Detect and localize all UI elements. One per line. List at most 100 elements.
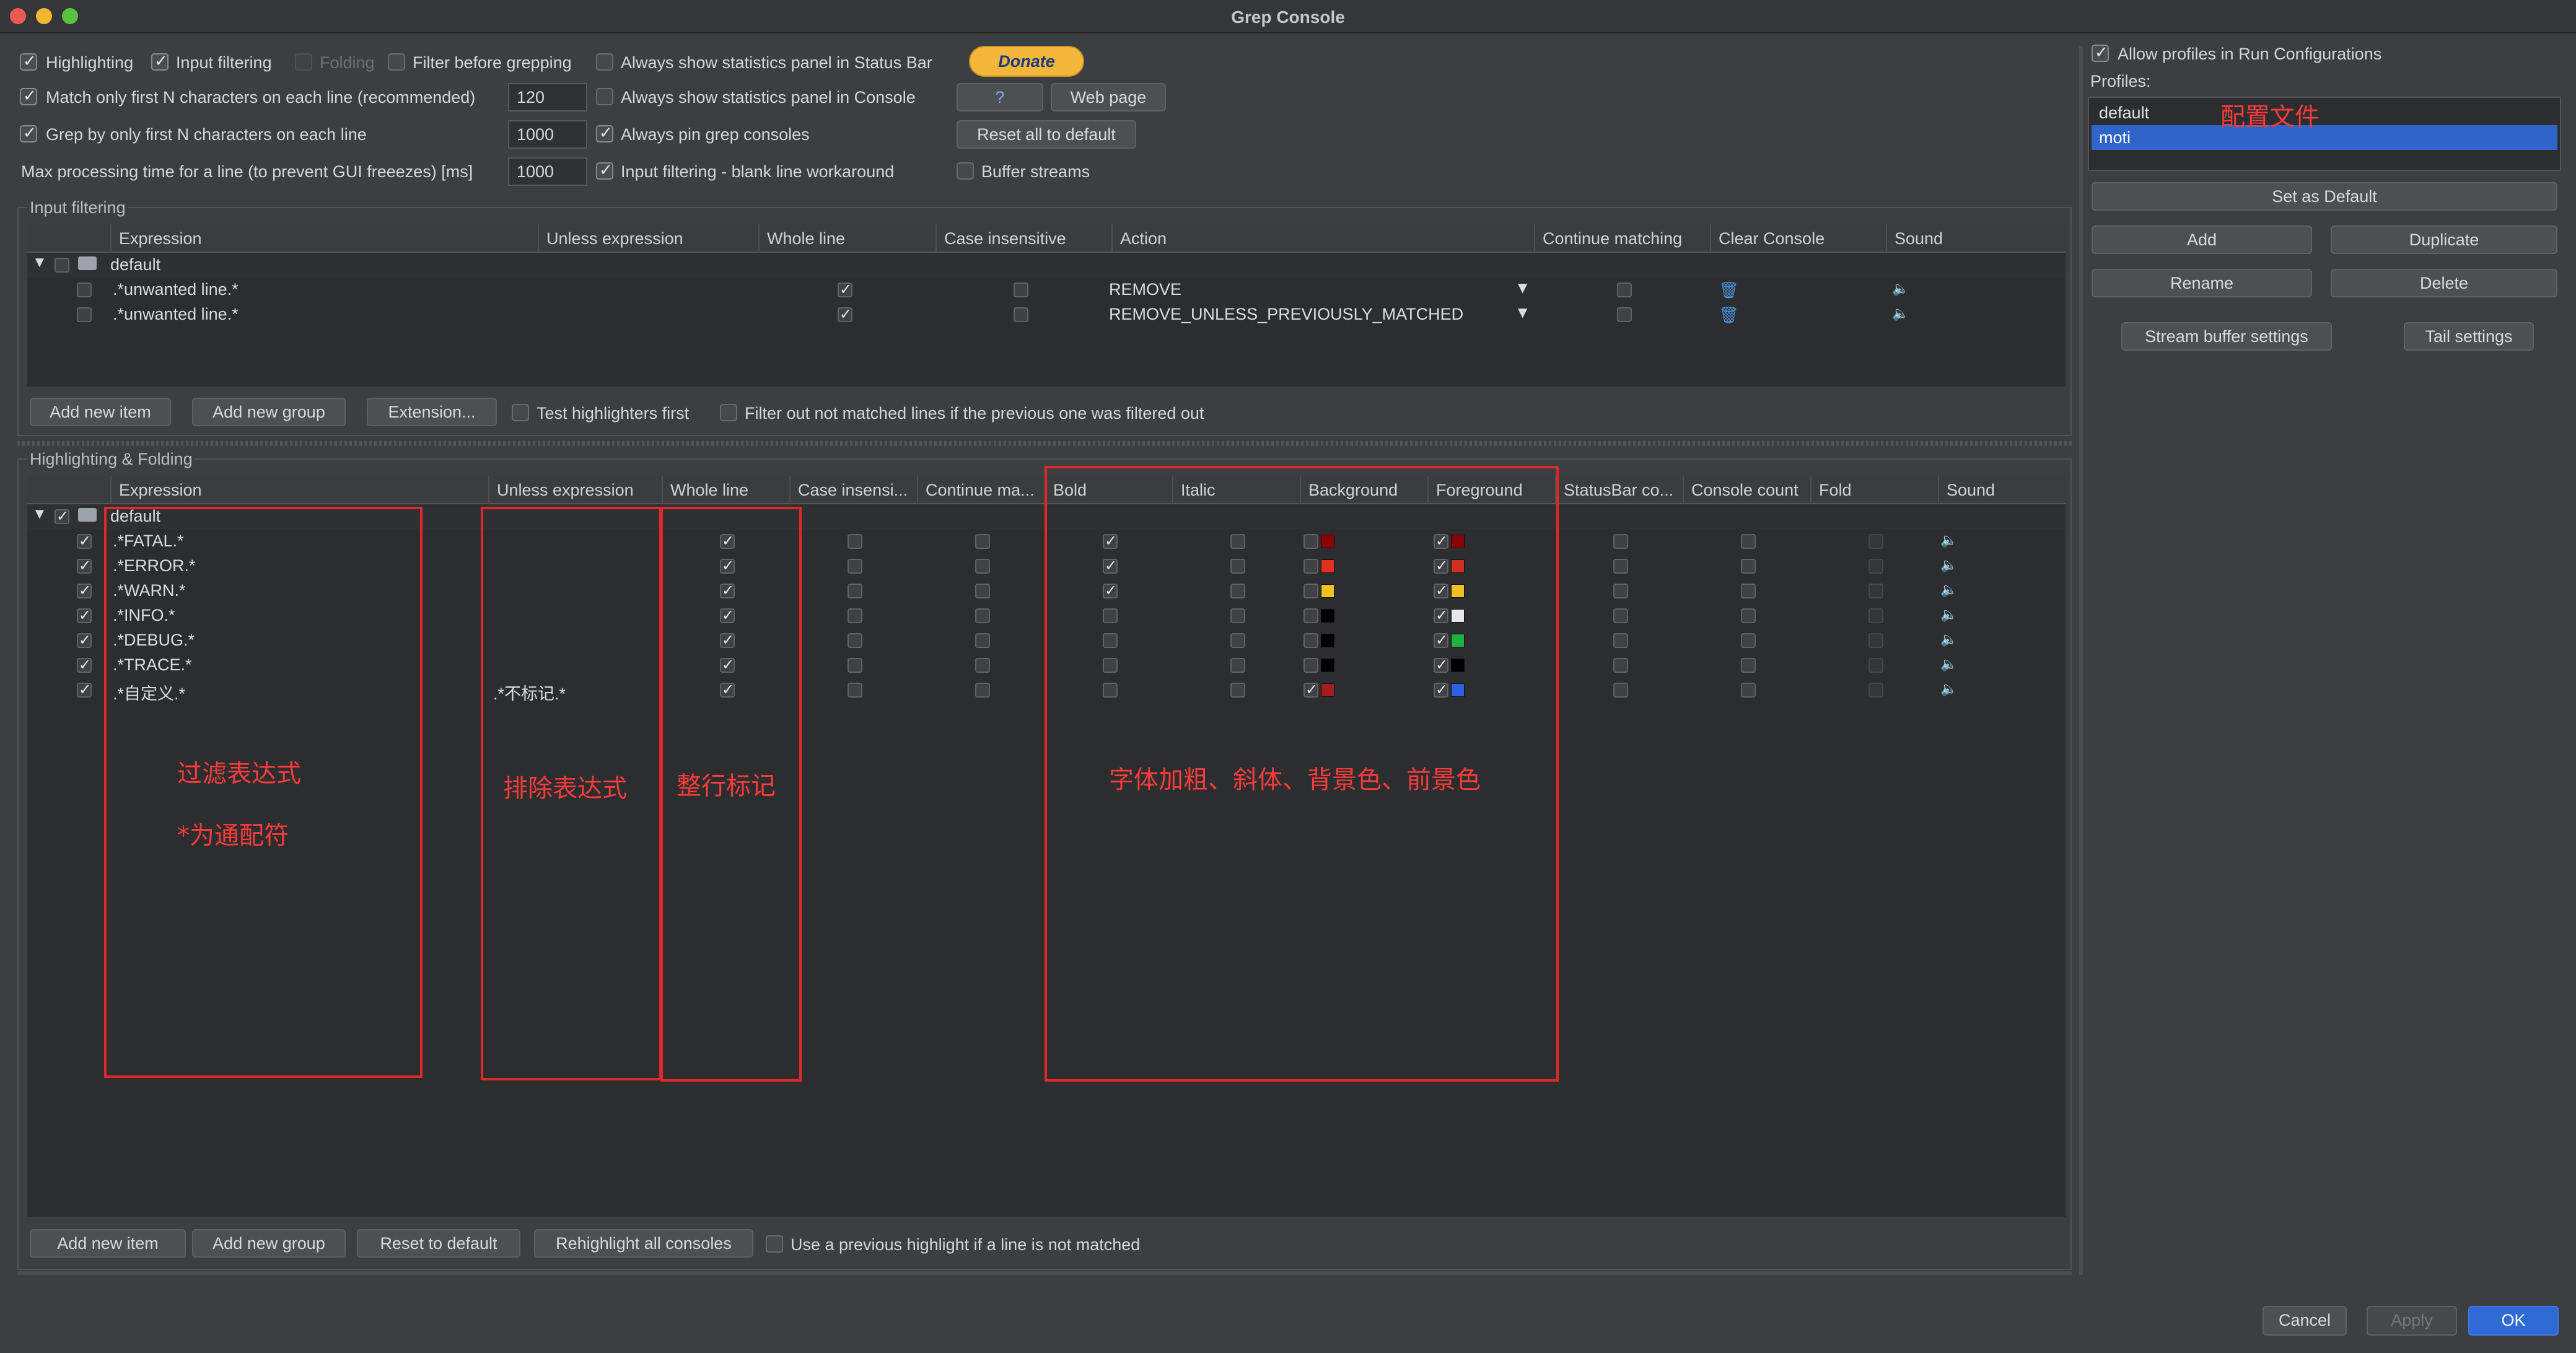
fold-checkbox[interactable] (1868, 683, 1883, 698)
action-select[interactable]: REMOVE_UNLESS_PREVIOUSLY_MATCHED (1109, 305, 1463, 324)
speaker-icon[interactable]: 🔈 (1940, 533, 1957, 548)
console-count-checkbox[interactable] (1741, 608, 1756, 623)
statusbar-count-checkbox[interactable] (1613, 683, 1628, 698)
row-enabled-checkbox[interactable] (77, 557, 92, 574)
highlighting-checkbox[interactable] (20, 52, 37, 71)
row-enabled-checkbox[interactable] (77, 282, 92, 297)
col-whole-line[interactable]: Whole line (662, 476, 789, 504)
group-checkbox[interactable] (55, 258, 69, 273)
row-enabled-checkbox[interactable] (77, 606, 92, 624)
table-row[interactable]: .*unwanted line.* REMOVE ▼ 🗑 🔈 (27, 278, 2066, 302)
continue-matching-checkbox[interactable] (975, 683, 990, 698)
col-unless[interactable]: Unless expression (538, 224, 764, 253)
filter-before-grepping-checkbox[interactable] (388, 53, 405, 71)
col-expression[interactable]: Expression (110, 224, 565, 253)
action-select[interactable]: REMOVE (1109, 280, 1181, 299)
row-enabled-checkbox[interactable] (77, 532, 92, 550)
statusbar-count-checkbox[interactable] (1613, 584, 1628, 598)
group-checkbox[interactable] (55, 507, 69, 525)
col-continue-matching[interactable]: Continue ma... (917, 476, 1045, 504)
col-case-insensitive[interactable]: Case insensi... (789, 476, 917, 504)
fold-checkbox[interactable] (1868, 559, 1883, 574)
statusbar-count-checkbox[interactable] (1613, 534, 1628, 549)
case-insensitive-checkbox[interactable] (848, 534, 862, 549)
reset-all-button[interactable]: Reset all to default (957, 120, 1136, 149)
input-add-item-button[interactable]: Add new item (30, 398, 171, 426)
stream-buffer-settings-button[interactable]: Stream buffer settings (2121, 322, 2332, 351)
continue-matching-checkbox[interactable] (975, 608, 990, 623)
col-action[interactable]: Action (1111, 224, 1541, 253)
fold-checkbox[interactable] (1868, 608, 1883, 623)
row-enabled-checkbox[interactable] (77, 681, 92, 698)
row-enabled-checkbox[interactable] (77, 582, 92, 599)
grep-first-n-checkbox[interactable] (20, 124, 37, 142)
trash-icon[interactable]: 🗑 (1719, 306, 1739, 325)
fold-checkbox[interactable] (1868, 633, 1883, 648)
stats-status-bar-checkbox[interactable] (596, 53, 613, 71)
reset-to-default-button[interactable]: Reset to default (357, 1229, 520, 1258)
speaker-icon[interactable]: 🔈 (1940, 657, 1957, 672)
continue-matching-checkbox[interactable] (975, 658, 990, 673)
case-insensitive-checkbox[interactable] (848, 683, 862, 698)
chevron-down-icon[interactable]: ▼ (1518, 305, 1527, 320)
filter-out-not-matched-checkbox[interactable] (720, 404, 737, 421)
test-highlighters-first-checkbox[interactable] (512, 404, 529, 421)
console-count-checkbox[interactable] (1741, 534, 1756, 549)
fold-checkbox[interactable] (1868, 584, 1883, 598)
row-enabled-checkbox[interactable] (77, 307, 92, 322)
case-insensitive-checkbox[interactable] (848, 633, 862, 648)
col-fold[interactable]: Fold (1810, 476, 1938, 504)
col-sound[interactable]: Sound (1938, 476, 2066, 504)
col-console-count[interactable]: Console count (1683, 476, 1810, 504)
col-whole-line[interactable]: Whole line (758, 224, 935, 253)
continue-matching-checkbox[interactable] (1617, 282, 1632, 297)
profile-item-default[interactable]: default (2092, 100, 2557, 125)
speaker-icon[interactable]: 🔈 (1940, 582, 1957, 598)
max-processing-input[interactable]: 1000 (508, 157, 587, 186)
row-enabled-checkbox[interactable] (77, 631, 92, 649)
folding-checkbox[interactable] (295, 53, 312, 71)
speaker-icon[interactable]: 🔈 (1892, 306, 1909, 322)
expression-cell[interactable]: .*unwanted line.* (113, 305, 239, 324)
table-row[interactable]: .*unwanted line.* REMOVE_UNLESS_PREVIOUS… (27, 302, 2066, 327)
match-first-n-checkbox[interactable] (20, 87, 37, 105)
console-count-checkbox[interactable] (1741, 584, 1756, 598)
statusbar-count-checkbox[interactable] (1613, 658, 1628, 673)
chevron-down-icon[interactable]: ▼ (1518, 280, 1527, 295)
donate-button[interactable]: Donate (969, 46, 1084, 77)
rename-profile-button[interactable]: Rename (2092, 269, 2312, 297)
console-count-checkbox[interactable] (1741, 633, 1756, 648)
speaker-icon[interactable]: 🔈 (1940, 607, 1957, 623)
help-button[interactable]: ? (957, 83, 1043, 112)
col-clear-console[interactable]: Clear Console (1710, 224, 1886, 253)
case-insensitive-checkbox[interactable] (848, 658, 862, 673)
case-insensitive-checkbox[interactable] (1014, 282, 1028, 297)
stats-console-checkbox[interactable] (596, 88, 613, 105)
buffer-streams-checkbox[interactable] (957, 162, 974, 180)
allow-profiles-checkbox[interactable] (2092, 43, 2109, 62)
speaker-icon[interactable]: 🔈 (1892, 281, 1909, 297)
case-insensitive-checkbox[interactable] (1014, 307, 1028, 322)
col-expression[interactable]: Expression (110, 476, 488, 504)
duplicate-profile-button[interactable]: Duplicate (2331, 226, 2557, 254)
case-insensitive-checkbox[interactable] (848, 584, 862, 598)
col-continue-matching[interactable]: Continue matching (1534, 224, 1710, 253)
apply-button[interactable]: Apply (2367, 1306, 2457, 1336)
input-add-group-button[interactable]: Add new group (192, 398, 346, 426)
hl-add-group-button[interactable]: Add new group (192, 1229, 346, 1258)
speaker-icon[interactable]: 🔈 (1940, 681, 1957, 697)
match-first-n-input[interactable]: 120 (508, 83, 587, 112)
rehighlight-all-button[interactable]: Rehighlight all consoles (534, 1229, 753, 1258)
col-case-insensitive[interactable]: Case insensitive (935, 224, 1111, 253)
profile-item-moti[interactable]: moti (2092, 125, 2557, 150)
console-count-checkbox[interactable] (1741, 683, 1756, 698)
section-splitter[interactable] (17, 441, 2072, 446)
expand-arrow-icon[interactable]: ▼ (32, 506, 47, 523)
col-statusbar-count[interactable]: StatusBar co... (1555, 476, 1683, 504)
hl-add-item-button[interactable]: Add new item (30, 1229, 186, 1258)
use-previous-highlight-checkbox[interactable] (766, 1235, 783, 1253)
table-row[interactable]: ▼ default (27, 253, 2066, 278)
col-sound[interactable]: Sound (1886, 224, 2066, 253)
cancel-button[interactable]: Cancel (2263, 1306, 2347, 1336)
fold-checkbox[interactable] (1868, 658, 1883, 673)
